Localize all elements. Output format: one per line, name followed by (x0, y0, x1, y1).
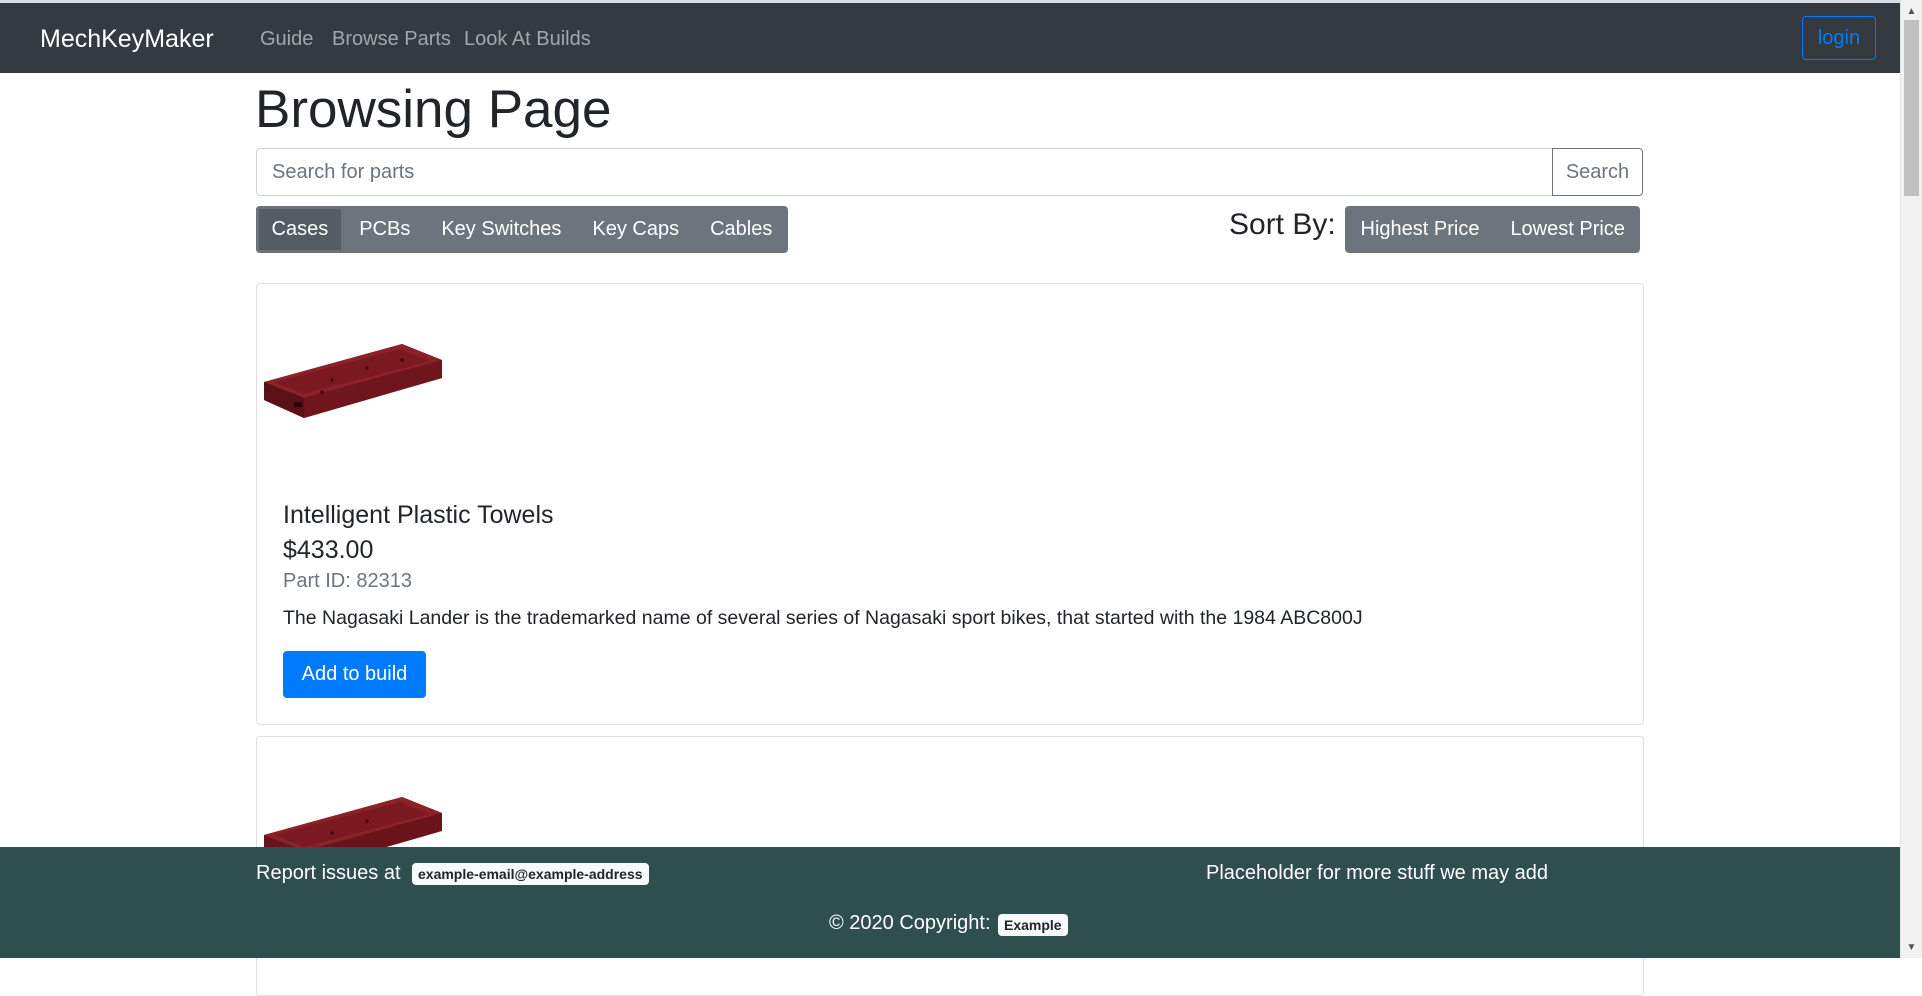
search-input[interactable] (256, 148, 1553, 196)
page-title: Browsing Page (255, 80, 612, 139)
page-scrollbar[interactable]: ▲ ▼ (1900, 0, 1922, 958)
nav-link-guide[interactable]: Guide (260, 28, 313, 51)
scroll-down-arrow-icon[interactable]: ▼ (1901, 938, 1922, 956)
nav-link-look-at-builds[interactable]: Look At Builds (464, 28, 591, 51)
category-button-cables[interactable]: Cables (695, 206, 788, 253)
product-name: Intelligent Plastic Towels (283, 501, 554, 529)
navbar: MechKeyMaker Guide Browse Parts Look At … (0, 0, 1900, 73)
report-issues-text: Report issues at (256, 862, 401, 884)
sort-button-group: Highest Price Lowest Price (1345, 206, 1641, 253)
product-description: The Nagasaki Lander is the trademarked n… (283, 607, 1363, 629)
category-button-key-switches[interactable]: Key Switches (426, 206, 577, 253)
copyright-text: © 2020 Copyright: (829, 912, 991, 934)
login-button[interactable]: login (1802, 16, 1876, 60)
keyboard-case-icon (264, 344, 442, 418)
add-to-build-button[interactable]: Add to build (283, 651, 426, 698)
footer-placeholder-text: Placeholder for more stuff we may add (1206, 862, 1549, 884)
footer: Report issues at example-email@example-a… (0, 847, 1900, 958)
product-card: Intelligent Plastic Towels $433.00 Part … (256, 283, 1644, 725)
product-part-id: Part ID: 82313 (283, 570, 412, 592)
scroll-up-arrow-icon[interactable]: ▲ (1901, 2, 1922, 20)
scrollbar-thumb[interactable] (1904, 20, 1919, 196)
product-price: $433.00 (283, 536, 374, 564)
category-button-cases[interactable]: Cases (256, 206, 344, 253)
search-button[interactable]: Search (1552, 148, 1643, 196)
sort-lowest-price-button[interactable]: Lowest Price (1495, 206, 1641, 253)
category-filter-group: Cases PCBs Key Switches Key Caps Cables (256, 206, 788, 253)
nav-link-browse-parts[interactable]: Browse Parts (332, 28, 451, 51)
sort-highest-price-button[interactable]: Highest Price (1345, 206, 1495, 253)
brand-logo[interactable]: MechKeyMaker (40, 25, 214, 54)
report-email-badge: example-email@example-address (412, 863, 649, 885)
category-button-key-caps[interactable]: Key Caps (577, 206, 695, 253)
sort-label: Sort By: (1229, 208, 1336, 241)
copyright-badge: Example (998, 914, 1068, 936)
category-button-pcbs[interactable]: PCBs (344, 206, 426, 253)
